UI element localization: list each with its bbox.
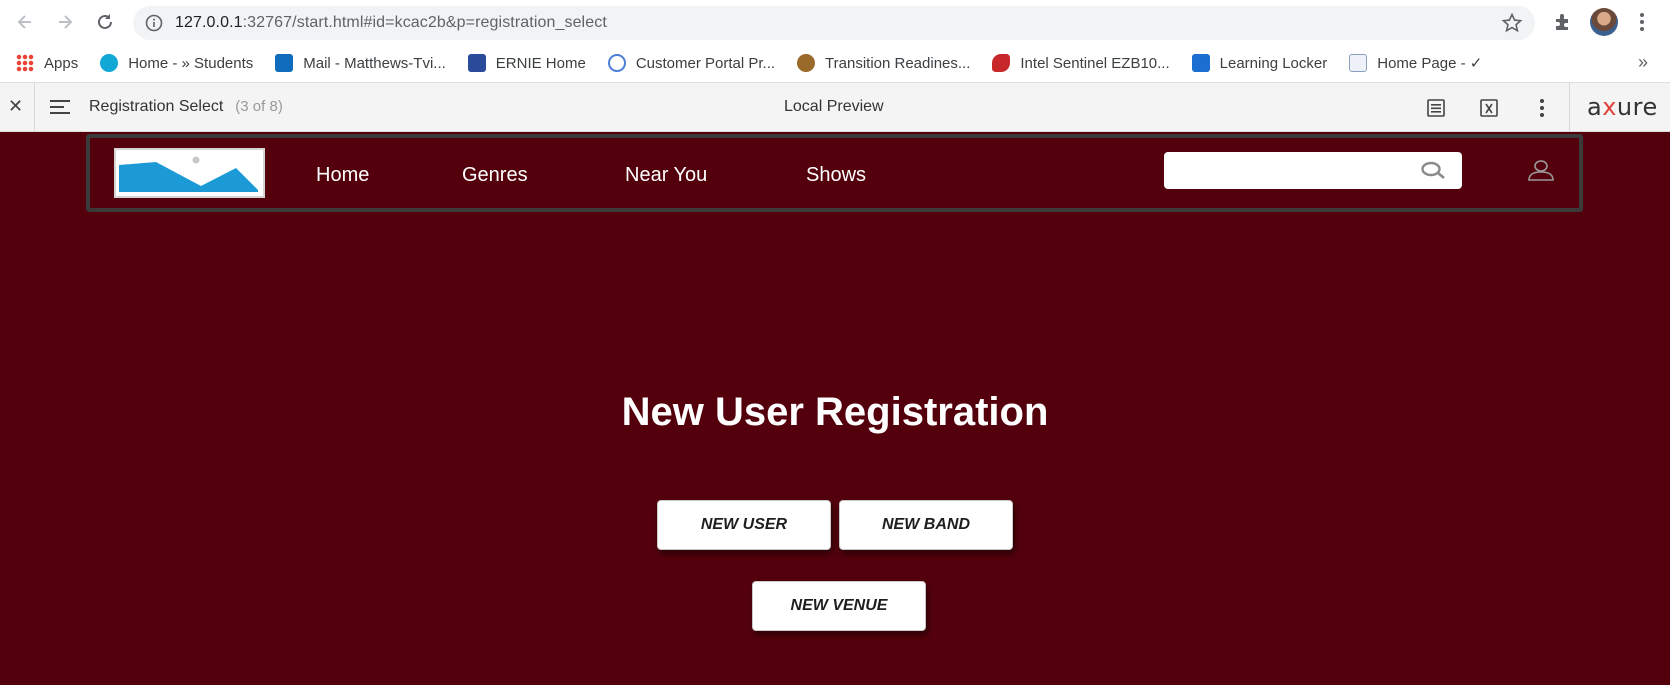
divider [34,83,35,133]
variables-icon[interactable] [1477,96,1501,120]
bookmarks-overflow-button[interactable]: » [1638,52,1648,73]
back-icon[interactable] [13,10,37,34]
bookmark-label: ERNIE Home [495,54,586,72]
logo-part: a [1587,93,1603,121]
extensions-icon[interactable] [1551,10,1575,34]
info-icon[interactable] [145,14,163,37]
outlook-icon [275,54,294,72]
page-count: (3 of 8) [235,98,283,115]
sentinel-icon [992,54,1011,72]
nav-near-you[interactable]: Near You [625,164,707,187]
close-icon[interactable]: ✕ [8,96,23,117]
hamburger-menu-icon[interactable] [50,98,70,121]
address-bar[interactable]: 127.0.0.1:32767/start.html#id=kcac2b&p=r… [133,6,1535,40]
search-input[interactable] [1164,152,1462,189]
bookmarks-bar: Apps Home - » Students Mail - Matthews-T… [0,44,1670,82]
bookmark-learning-locker[interactable]: Learning Locker [1191,54,1328,72]
site-logo-placeholder-image[interactable] [114,148,265,198]
bookmark-ernie[interactable]: ERNIE Home [467,54,586,72]
portal-icon [607,54,626,72]
bookmark-label: Apps [44,54,79,72]
browser-toolbar: 127.0.0.1:32767/start.html#id=kcac2b&p=r… [0,0,1670,44]
logo-part: ure [1616,93,1658,121]
bookmark-label: Mail - Matthews-Tvi... [303,54,446,72]
emblem-icon [797,54,816,72]
bookmark-intel-sentinel[interactable]: Intel Sentinel EZB10... [992,54,1170,72]
bookmark-label: Intel Sentinel EZB10... [1020,54,1170,72]
url-host: 127.0.0.1 [175,14,243,31]
bookmark-label: Learning Locker [1219,54,1328,72]
url-path: :32767/start.html#id=kcac2b&p=registrati… [242,14,607,31]
axure-toolbar: ✕ Registration Select (3 of 8) Local Prev… [0,82,1670,133]
bookmark-label: Home - » Students [128,54,254,72]
nav-home[interactable]: Home [316,164,369,187]
reload-icon[interactable] [93,10,117,34]
bookmark-label: Transition Readines... [825,54,971,72]
bookmark-label: Home Page - ✓ [1377,55,1483,72]
menu-icon[interactable] [1630,10,1654,34]
bookmark-mail[interactable]: Mail - Matthews-Tvi... [275,54,446,72]
prototype-page: Home Genres Near You Shows New User Regi… [0,132,1670,685]
user-account-icon[interactable] [1527,159,1555,186]
page-name: Registration Select [89,98,224,115]
new-band-button[interactable]: NEW BAND [839,500,1013,550]
new-venue-button[interactable]: NEW VENUE [752,581,926,631]
bookmark-home-page[interactable]: Home Page - ✓ [1349,54,1482,72]
page-title: New User Registration [621,390,1049,434]
logo-part: x [1602,93,1617,121]
bookmark-transition[interactable]: Transition Readines... [797,54,970,72]
bookmark-students[interactable]: Home - » Students [100,54,253,72]
forward-icon[interactable] [53,10,77,34]
url-text: 127.0.0.1:32767/start.html#id=kcac2b&p=r… [175,14,607,32]
search-icon[interactable] [1420,161,1446,184]
star-icon[interactable] [1501,12,1523,39]
nav-genres[interactable]: Genres [462,164,528,187]
notes-icon[interactable] [1424,96,1448,120]
apps-grid-icon [16,54,34,72]
site-icon [100,54,119,72]
page-selector[interactable]: Registration Select (3 of 8) [89,98,283,116]
preview-title: Local Preview [784,98,884,115]
nav-shows[interactable]: Shows [806,164,866,187]
ernie-icon [467,54,486,72]
bookmark-label: Customer Portal Pr... [635,54,776,72]
more-options-icon[interactable] [1530,96,1554,120]
bookmark-apps[interactable]: Apps [16,54,78,72]
profile-avatar[interactable] [1590,8,1618,36]
learning-locker-icon [1191,54,1210,72]
document-icon [1349,54,1368,72]
axure-logo[interactable]: axure [1587,93,1658,121]
divider [1569,83,1570,133]
new-user-button[interactable]: NEW USER [657,500,831,550]
bookmark-customer-portal[interactable]: Customer Portal Pr... [607,54,776,72]
